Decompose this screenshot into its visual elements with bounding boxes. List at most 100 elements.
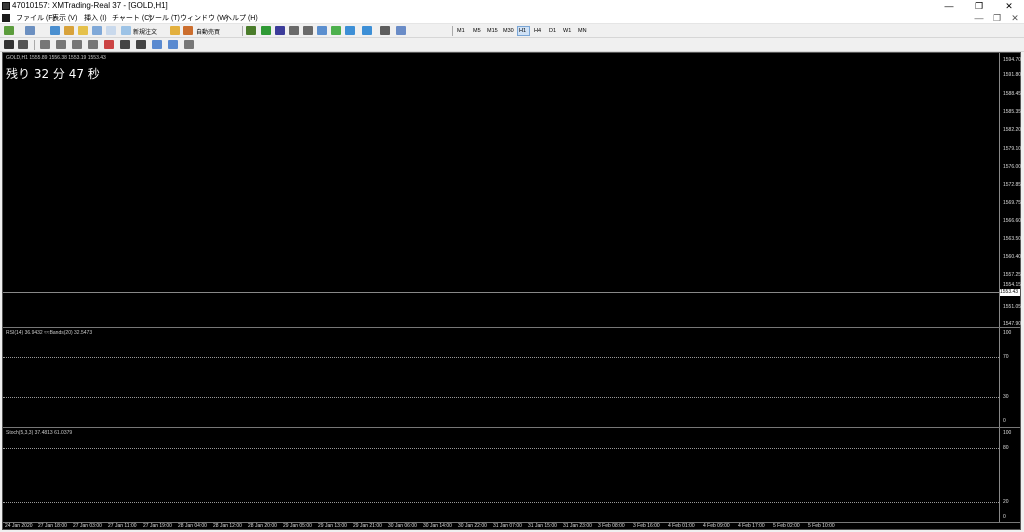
toolbar-separator: [34, 40, 35, 50]
chart-window-icon: [2, 14, 10, 22]
stochastic-pane[interactable]: Stoch(5,3,3) 37.4813 61.0379 100 80 20 0: [3, 428, 1020, 523]
trendline-icon[interactable]: [72, 40, 82, 49]
zoom-in-icon[interactable]: [289, 26, 299, 35]
close-button[interactable]: ✕: [994, 0, 1024, 12]
auto-trading-button[interactable]: 自動売買: [196, 27, 220, 36]
period-d1[interactable]: D1: [549, 26, 556, 36]
time-tick: 30 Jan 22:00: [458, 523, 487, 529]
price-tick: 1576.00: [1003, 164, 1022, 170]
chart-window[interactable]: GOLD,H1 1555.89 1556.38 1553.19 1553.43 …: [2, 52, 1021, 530]
price-tick: 1569.75: [1003, 200, 1022, 206]
maximize-button[interactable]: ❐: [964, 0, 994, 12]
price-tick: 1547.90: [1003, 321, 1022, 327]
periods-icon[interactable]: [380, 26, 390, 35]
market-watch-icon[interactable]: [50, 26, 60, 35]
time-tick: 4 Feb 09:00: [703, 523, 730, 529]
tile-windows-icon[interactable]: [317, 26, 327, 35]
time-tick: 28 Jan 12:00: [213, 523, 242, 529]
new-order-icon[interactable]: [121, 26, 131, 35]
period-w1[interactable]: W1: [563, 26, 571, 36]
time-tick: 31 Jan 15:00: [528, 523, 557, 529]
menu-tools[interactable]: ツール (T): [148, 13, 180, 23]
text-icon[interactable]: [120, 40, 130, 49]
rsi-tick: 100: [1003, 330, 1012, 336]
time-tick: 29 Jan 05:00: [283, 523, 312, 529]
period-h1[interactable]: H1: [519, 26, 526, 36]
channel-icon[interactable]: [88, 40, 98, 49]
bar-chart-icon[interactable]: [246, 26, 256, 35]
menu-view[interactable]: 表示 (V): [52, 13, 77, 23]
auto-scroll-icon[interactable]: [345, 26, 355, 35]
window-title: 47010157: XMTrading-Real 37 - [GOLD,H1]: [12, 1, 168, 10]
arrows-icon[interactable]: [152, 40, 162, 49]
arrow-dropdown-icon[interactable]: [168, 40, 178, 49]
data-window-icon[interactable]: [64, 26, 74, 35]
menu-file[interactable]: ファイル (F): [16, 13, 55, 23]
zoom-out-icon[interactable]: [303, 26, 313, 35]
time-tick: 5 Feb 02:00: [773, 523, 800, 529]
stochastic-scale-axis: [999, 428, 1000, 522]
strategy-tester-icon[interactable]: [106, 26, 116, 35]
new-order-button[interactable]: 新規注文: [133, 27, 157, 36]
toolbar-separator: [242, 26, 243, 36]
price-tick: 1585.35: [1003, 109, 1022, 115]
price-tick: 1572.85: [1003, 182, 1022, 188]
line-chart-icon[interactable]: [275, 26, 285, 35]
text-label-icon[interactable]: [136, 40, 146, 49]
period-m30[interactable]: M30: [503, 26, 514, 36]
chart-close-button[interactable]: ✕: [1000, 12, 1024, 24]
price-tick: 1560.40: [1003, 254, 1022, 260]
time-tick: 27 Jan 03:00: [73, 523, 102, 529]
candlestick-icon[interactable]: [261, 26, 271, 35]
rsi-pane[interactable]: RSI(14) 36.9432 ≈≈Bands(20) 32.5473 100 …: [3, 328, 1020, 428]
rsi-level-30: [3, 397, 999, 398]
terminal-icon[interactable]: [92, 26, 102, 35]
time-tick: 28 Jan 04:00: [178, 523, 207, 529]
cursor-icon[interactable]: [4, 40, 14, 49]
minimize-button[interactable]: —: [934, 0, 964, 12]
current-price-line: [3, 292, 999, 293]
price-tick: 1591.80: [1003, 72, 1022, 78]
time-tick: 31 Jan 07:00: [493, 523, 522, 529]
menu-insert[interactable]: 挿入 (I): [84, 13, 107, 23]
horizontal-line-icon[interactable]: [56, 40, 66, 49]
price-tick: 1594.70: [1003, 57, 1022, 63]
price-tick: 1582.20: [1003, 127, 1022, 133]
time-axis: 24 Jan 2020 27 Jan 18:00 27 Jan 03:00 27…: [3, 523, 1020, 531]
stoch-tick: 100: [1003, 430, 1012, 436]
period-m15[interactable]: M15: [487, 26, 498, 36]
crosshair-icon[interactable]: [18, 40, 28, 49]
toolbar-separator: [452, 26, 453, 36]
current-price-tag: 1553.43: [1000, 289, 1020, 296]
rsi-tick: 70: [1003, 354, 1009, 360]
period-m5[interactable]: M5: [473, 26, 481, 36]
price-pane[interactable]: GOLD,H1 1555.89 1556.38 1553.19 1553.43 …: [3, 53, 1022, 328]
period-m1[interactable]: M1: [457, 26, 465, 36]
menu-window[interactable]: ウィンドウ (W): [180, 13, 228, 23]
period-h4[interactable]: H4: [534, 26, 541, 36]
time-tick: 4 Feb 01:00: [668, 523, 695, 529]
fibonacci-icon[interactable]: [104, 40, 114, 49]
objects-icon[interactable]: [184, 40, 194, 49]
symbol-info-label: GOLD,H1 1555.89 1556.38 1553.19 1553.43: [6, 55, 106, 61]
new-chart-icon[interactable]: [4, 26, 14, 35]
templates-icon[interactable]: [396, 26, 406, 35]
indicators-icon[interactable]: [362, 26, 372, 35]
chart-shift-icon[interactable]: [331, 26, 341, 35]
metaeditor-icon[interactable]: [170, 26, 180, 35]
time-tick: 30 Jan 14:00: [423, 523, 452, 529]
auto-trading-icon[interactable]: [183, 26, 193, 35]
vertical-line-icon[interactable]: [40, 40, 50, 49]
rsi-level-70: [3, 357, 999, 358]
menu-help[interactable]: ヘルプ (H): [225, 13, 258, 23]
standard-toolbar: 新規注文 自動売買 M1 M5 M15 M30 H1 H4 D1 W1 MN ?: [0, 24, 1024, 59]
stoch-level-80: [3, 448, 999, 449]
stoch-tick: 20: [1003, 499, 1009, 505]
menu-chart[interactable]: チャート (C): [112, 13, 152, 23]
app-icon: [2, 2, 10, 10]
profiles-icon[interactable]: [25, 26, 35, 35]
navigator-icon[interactable]: [78, 26, 88, 35]
price-tick: 1551.05: [1003, 304, 1022, 310]
rsi-scale-axis: [999, 328, 1000, 427]
period-mn[interactable]: MN: [578, 26, 587, 36]
